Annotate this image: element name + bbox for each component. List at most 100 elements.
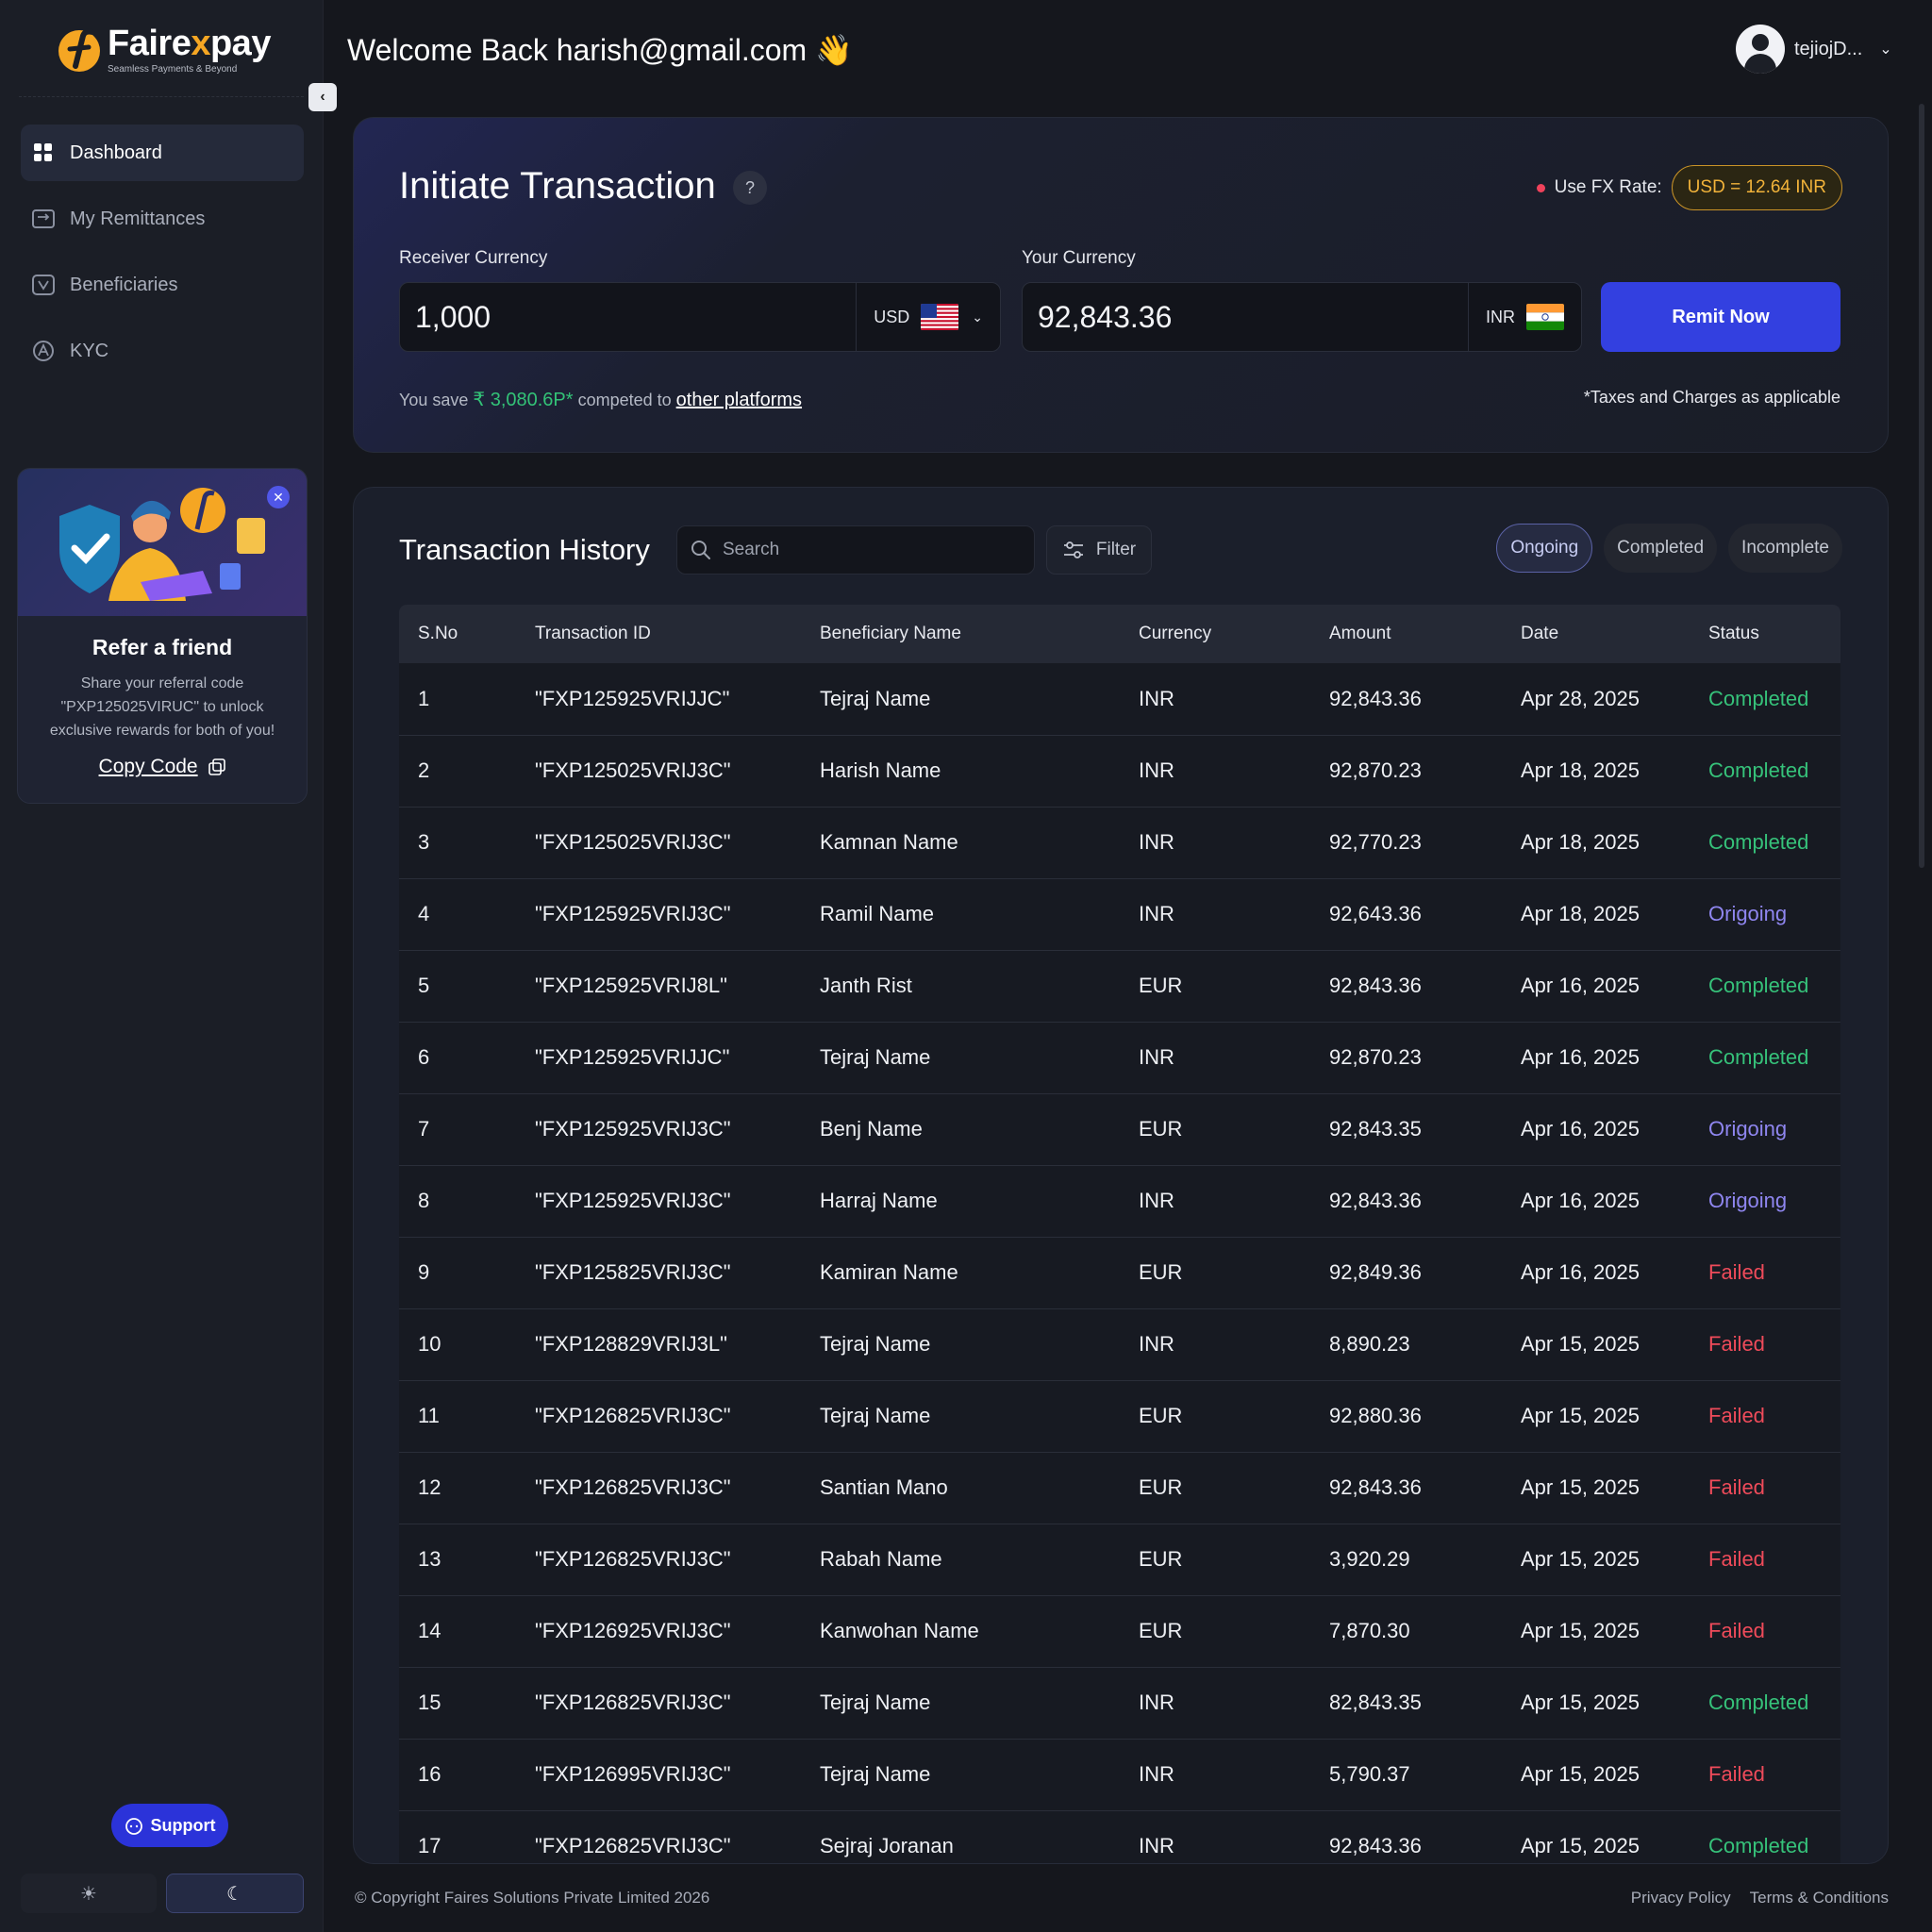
- other-platforms-link[interactable]: other platforms: [676, 390, 802, 410]
- moon-icon: ☾: [226, 1883, 243, 1905]
- referral-description: Share your referral code "PXP125025VIRUC…: [49, 675, 275, 739]
- cell-sno: 12: [399, 1452, 516, 1524]
- cell-currency: EUR: [1120, 1237, 1310, 1309]
- cell-date: Apr 16, 2025: [1502, 1022, 1690, 1094]
- table-row[interactable]: 11 "FXP126825VRIJ3C" Tejraj Name EUR 92,880.…: [399, 1380, 1840, 1453]
- initiate-title: Initiate Transaction: [399, 165, 716, 207]
- copyright: © Copyright Faires Solutions Private Lim…: [355, 1889, 710, 1907]
- table-row[interactable]: 5 "FXP125925VRIJ8L" Janth Rist EUR 92,843.36…: [399, 950, 1840, 1023]
- table-row[interactable]: 14 "FXP126925VRIJ3C" Kanwohan Name EUR 7,870…: [399, 1595, 1840, 1668]
- sidebar-item-kyc[interactable]: KYC: [21, 323, 304, 379]
- cell-amount: 92,880.36: [1310, 1380, 1502, 1453]
- remit-now-button[interactable]: Remit Now: [1601, 282, 1840, 352]
- cell-amount: 92,843.36: [1310, 1452, 1502, 1524]
- receiver-currency-code: USD: [874, 307, 910, 326]
- cell-transaction-id: "FXP125925VRIJ3C": [516, 1165, 801, 1238]
- cell-status: Completed: [1690, 1810, 1840, 1863]
- search-icon: [691, 541, 710, 559]
- help-icon[interactable]: ?: [733, 171, 767, 205]
- cell-transaction-id: "FXP125925VRIJJC": [516, 1022, 801, 1094]
- cell-status: Completed: [1690, 807, 1840, 879]
- page-scrollbar[interactable]: [1919, 104, 1924, 868]
- cell-status: Origoing: [1690, 878, 1840, 951]
- table-row[interactable]: 3 "FXP125025VRIJ3C" Kamnan Name INR 92,770.2…: [399, 807, 1840, 879]
- dark-theme-button[interactable]: ☾: [166, 1874, 304, 1913]
- table-row[interactable]: 2 "FXP125025VRIJ3C" Harish Name INR 92,870.2…: [399, 735, 1840, 808]
- receiver-amount-input[interactable]: 1,000: [400, 300, 856, 335]
- your-amount-field[interactable]: 92,843.36 INR: [1022, 282, 1582, 352]
- cell-transaction-id: "FXP125025VRIJ3C": [516, 735, 801, 808]
- table-row[interactable]: 13 "FXP126825VRIJ3C" Rabah Name EUR 3,920.29…: [399, 1524, 1840, 1596]
- privacy-policy-link[interactable]: Privacy Policy: [1631, 1889, 1731, 1907]
- cell-transaction-id: "FXP128829VRIJ3L": [516, 1308, 801, 1381]
- your-amount-input[interactable]: 92,843.36: [1023, 300, 1468, 335]
- brand-name: Fairexpay: [108, 23, 271, 63]
- cell-date: Apr 15, 2025: [1502, 1739, 1690, 1811]
- your-currency-label: Your Currency: [1022, 248, 1136, 268]
- cell-currency: INR: [1120, 1810, 1310, 1863]
- table-row[interactable]: 8 "FXP125925VRIJ3C" Harraj Name INR 92,843.3…: [399, 1165, 1840, 1238]
- sidebar-item-label: Dashboard: [70, 142, 162, 163]
- tab-ongoing[interactable]: Ongoing: [1496, 524, 1593, 573]
- close-icon[interactable]: ✕: [267, 486, 290, 508]
- sidebar-item-dashboard[interactable]: Dashboard: [21, 125, 304, 181]
- cell-transaction-id: "FXP126825VRIJ3C": [516, 1452, 801, 1524]
- cell-sno: 6: [399, 1022, 516, 1094]
- tab-incomplete[interactable]: Incomplete: [1728, 524, 1842, 573]
- cell-currency: INR: [1120, 735, 1310, 808]
- cell-currency: INR: [1120, 878, 1310, 951]
- column-header-status[interactable]: Status: [1690, 605, 1840, 663]
- cell-status: Failed: [1690, 1595, 1840, 1668]
- collapse-sidebar-button[interactable]: ‹: [308, 83, 337, 111]
- filter-icon: [1063, 541, 1083, 558]
- column-header-amount[interactable]: Amount: [1310, 605, 1502, 663]
- table-row[interactable]: 10 "FXP128829VRIJ3L" Tejraj Name INR 8,890.2…: [399, 1308, 1840, 1381]
- table-row[interactable]: 16 "FXP126995VRIJ3C" Tejraj Name INR 5,790.3…: [399, 1739, 1840, 1811]
- sidebar-item-my-remittances[interactable]: My Remittances: [21, 191, 304, 247]
- brand-logo[interactable]: Fairexpay Seamless Payments & Beyond: [55, 23, 271, 75]
- cell-amount: 92,849.36: [1310, 1237, 1502, 1309]
- chat-icon: [125, 1815, 151, 1835]
- column-header-sno[interactable]: S.No: [399, 605, 516, 663]
- terms-link[interactable]: Terms & Conditions: [1750, 1889, 1889, 1907]
- table-row[interactable]: 12 "FXP126825VRIJ3C" Santian Mano EUR 92,843…: [399, 1452, 1840, 1524]
- cell-currency: INR: [1120, 1739, 1310, 1811]
- support-button[interactable]: Support: [111, 1804, 228, 1847]
- column-header-transaction-id[interactable]: Transaction ID: [516, 605, 801, 663]
- cell-transaction-id: "FXP126825VRIJ3C": [516, 1667, 801, 1740]
- table-row[interactable]: 9 "FXP125825VRIJ3C" Kamiran Name EUR 92,849.…: [399, 1237, 1840, 1309]
- light-theme-button[interactable]: ☀: [21, 1874, 157, 1913]
- referral-illustration: ✕: [18, 469, 307, 616]
- column-header-currency[interactable]: Currency: [1120, 605, 1310, 663]
- search-input[interactable]: Search: [676, 525, 1035, 575]
- table-row[interactable]: 6 "FXP125925VRIJJC" Tejraj Name INR 92,870.2…: [399, 1022, 1840, 1094]
- fx-rate-badge[interactable]: USD = 12.64 INR: [1671, 165, 1842, 210]
- cell-transaction-id: "FXP125925VRIJ8L": [516, 950, 801, 1023]
- table-row[interactable]: 4 "FXP125925VRIJ3C" Ramil Name INR 92,643.36…: [399, 878, 1840, 951]
- column-header-date[interactable]: Date: [1502, 605, 1690, 663]
- copy-code-link[interactable]: Copy Code: [18, 756, 307, 778]
- sidebar: Fairexpay Seamless Payments & Beyond Das…: [0, 0, 324, 1932]
- table-row[interactable]: 7 "FXP125925VRIJ3C" Benj Name EUR 92,843.35 A…: [399, 1093, 1840, 1166]
- table-row[interactable]: 15 "FXP126825VRIJ3C" Tejraj Name INR 82,843.…: [399, 1667, 1840, 1740]
- grid-icon: [32, 142, 55, 164]
- sidebar-item-beneficiaries[interactable]: Beneficiaries: [21, 257, 304, 313]
- brand-tagline: Seamless Payments & Beyond: [108, 63, 238, 75]
- table-row[interactable]: 1 "FXP125925VRIJJC" Tejraj Name INR 92,843.3…: [399, 663, 1840, 736]
- cell-sno: 9: [399, 1237, 516, 1309]
- receiver-currency-select[interactable]: USD ⌄: [856, 283, 1000, 351]
- cell-currency: INR: [1120, 663, 1310, 736]
- status-dot-icon: [1536, 183, 1545, 192]
- column-header-beneficiary[interactable]: Beneficiary Name: [801, 605, 1120, 663]
- cell-amount: 3,920.29: [1310, 1524, 1502, 1596]
- cell-currency: EUR: [1120, 1452, 1310, 1524]
- tab-completed[interactable]: Completed: [1604, 524, 1718, 573]
- filter-button[interactable]: Filter: [1046, 525, 1152, 575]
- support-label: Support: [150, 1815, 216, 1835]
- cell-currency: EUR: [1120, 1595, 1310, 1668]
- theme-toggle: ☀ ☾: [21, 1874, 304, 1913]
- cell-sno: 13: [399, 1524, 516, 1596]
- table-row[interactable]: 17 "FXP126825VRIJ3C" Sejraj Joranan INR 92,8…: [399, 1810, 1840, 1863]
- receiver-amount-field[interactable]: 1,000 USD ⌄: [399, 282, 1001, 352]
- user-menu[interactable]: tejiojD... ⌄: [1736, 25, 1892, 74]
